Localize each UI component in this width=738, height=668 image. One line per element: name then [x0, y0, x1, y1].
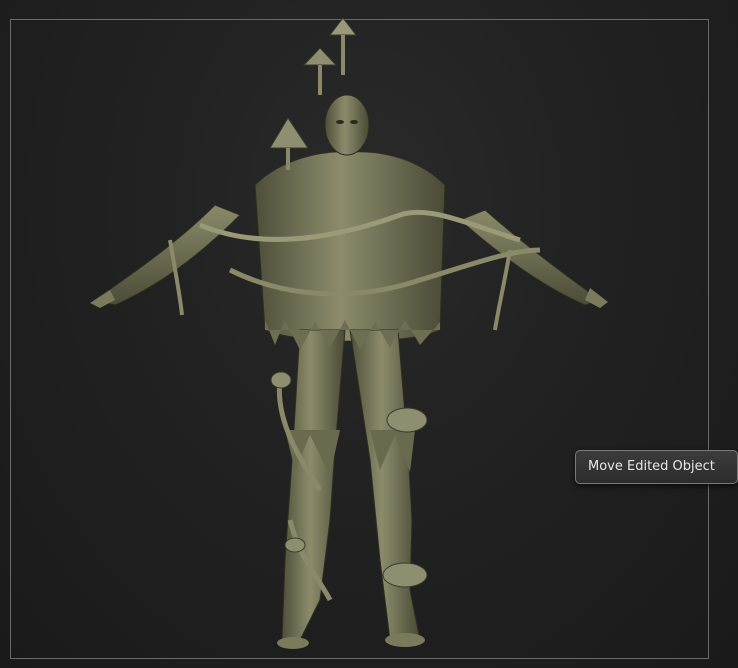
document-viewport[interactable]: Move Edited Object	[0, 0, 738, 668]
sculpt-model[interactable]	[0, 0, 738, 668]
move-edited-object-tooltip: Move Edited Object	[575, 450, 738, 484]
